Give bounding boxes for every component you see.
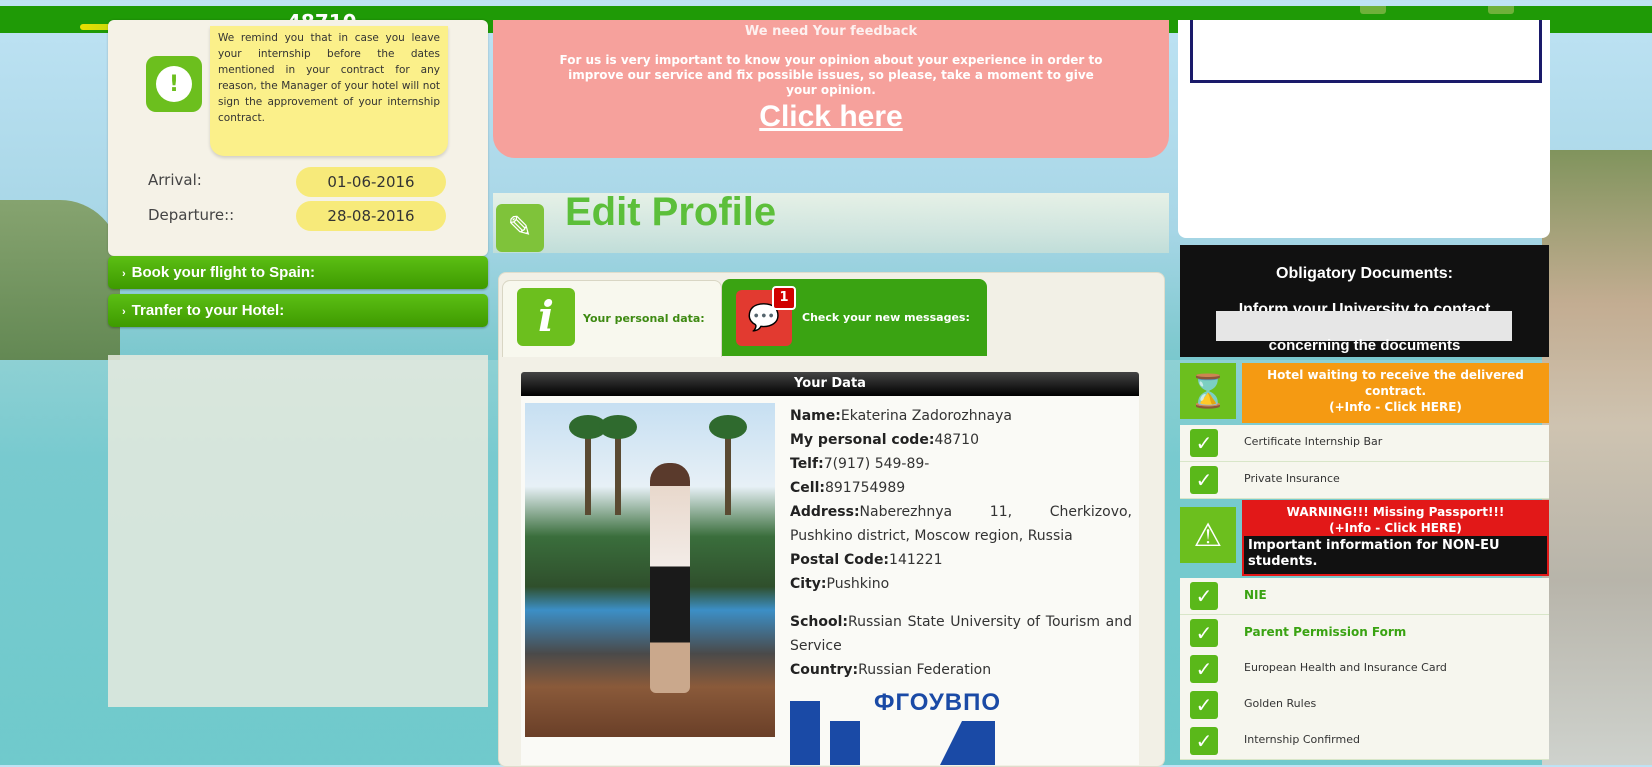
doc-row-golden-rules[interactable]: ✓ Golden Rules [1180,687,1549,724]
tab-messages[interactable]: 💬 1 Check your new messages: [722,279,987,356]
transfer-button[interactable]: › Tranfer to your Hotel: [108,294,488,327]
documents-header: Obligatory Documents: Inform your Univer… [1180,245,1549,357]
doc-row-health-card[interactable]: ✓ European Health and Insurance Card [1180,651,1549,688]
hotel-waiting-text: Hotel waiting to receive the delivered c… [1267,368,1524,398]
address-row: Address:Naberezhnya 11, Cherkizovo, Push… [790,504,1132,544]
your-data-header: Your Data [521,372,1139,396]
doc-insurance-label: Private Insurance [1244,472,1340,485]
checkmark-icon: ✓ [1190,429,1218,457]
book-flight-button[interactable]: › Book your flight to Spain: [108,256,488,289]
doc-row-certificate[interactable]: ✓ Certificate Internship Bar [1180,425,1549,462]
doc-health-card-label: European Health and Insurance Card [1244,661,1447,674]
feedback-text: For us is very important to know your op… [559,53,1103,97]
arrival-label: Arrival: [148,171,202,189]
school-row: School:Russian State University of Touri… [790,614,1132,654]
school-logo-text: ФГОУВПО [874,689,1002,716]
banner-frame [1190,20,1542,83]
messages-count-badge: 1 [772,286,796,310]
telf-row: Telf:7(917) 549-89- [790,456,930,472]
reminder-note: We remind you that in case you leave you… [210,26,448,156]
code-row: My personal code:48710 [790,432,979,448]
menu-tab-icon[interactable] [1488,6,1514,14]
tab-personal-data[interactable]: i Your personal data: [502,280,722,357]
checkmark-icon: ✓ [1190,619,1218,647]
name-row: Name:Ekaterina Zadorozhnaya [790,408,1012,424]
doc-golden-rules-label: Golden Rules [1244,697,1317,710]
hotel-waiting-link[interactable]: (+Info - Click HERE) [1242,399,1549,415]
departure-label: Departure:: [148,206,235,224]
checkmark-icon: ✓ [1190,582,1218,610]
checkmark-icon: ✓ [1190,466,1218,494]
doc-parent-permission-label: Parent Permission Form [1244,625,1407,639]
feedback-banner: We need Your feedback For us is very imp… [493,20,1169,158]
doc-internship-confirmed-label: Internship Confirmed [1244,733,1360,746]
city-row: City:Pushkino [790,576,890,592]
hourglass-icon: ⌛ [1180,363,1236,419]
transfer-label: Tranfer to your Hotel: [131,302,285,319]
personal-info: Name:Ekaterina Zadorozhnaya My personal … [790,404,1132,682]
school-logo: ФГОУВПО [790,685,1005,765]
tab-messages-label: Check your new messages: [802,311,970,324]
doc-row-nie[interactable]: ✓ NIE [1180,578,1549,615]
chevron-right-icon: › [122,268,126,280]
page-title: Edit Profile [565,190,777,234]
warning-icon: ! [146,56,202,112]
checkmark-icon: ✓ [1190,691,1218,719]
checkmark-icon: ✓ [1190,727,1218,755]
doc-certificate-label: Certificate Internship Bar [1244,435,1383,448]
menu-tab-icon[interactable] [1360,6,1386,14]
profile-photo [525,403,775,737]
checkmark-icon: ✓ [1190,655,1218,683]
background-hill [0,200,120,360]
documents-panel: Obligatory Documents: Inform your Univer… [1180,245,1549,765]
passport-warning-title: WARNING!!! Missing Passport!!! [1286,505,1505,519]
feedback-link[interactable]: Click here [493,100,1169,134]
right-top-box [1178,20,1550,238]
arrival-date: 01-06-2016 [296,167,446,197]
chevron-right-icon: › [122,306,126,318]
cell-row: Cell:891754989 [790,480,906,496]
info-icon: i [517,288,575,346]
doc-row-internship-confirmed[interactable]: ✓ Internship Confirmed [1180,723,1549,760]
background-rocks [1542,150,1652,765]
passport-warning-link[interactable]: (+Info - Click HERE) [1242,520,1549,536]
doc-nie-label: NIE [1244,588,1267,602]
warning-icon: ⚠ [1180,507,1236,563]
country-row: Country:Russian Federation [790,662,992,678]
departure-date: 28-08-2016 [296,201,446,231]
left-empty-area [108,355,488,707]
doc-row-insurance[interactable]: ✓ Private Insurance [1180,462,1549,499]
reminder-panel: ! We remind you that in case you leave y… [108,20,488,256]
book-flight-label: Book your flight to Spain: [131,264,315,281]
hotel-waiting-notice[interactable]: Hotel waiting to receive the delivered c… [1242,363,1549,423]
postal-row: Postal Code:141221 [790,552,943,568]
feedback-title: We need Your feedback [744,24,918,39]
documents-subtitle-2: concerning the documents [1268,337,1461,354]
pencil-icon: ✎ [496,204,544,252]
non-eu-info[interactable]: Important information for NON-EU student… [1244,536,1547,574]
doc-row-parent-permission[interactable]: ✓ Parent Permission Form [1180,615,1549,652]
passport-warning[interactable]: WARNING!!! Missing Passport!!! (+Info - … [1242,500,1549,576]
documents-title: Obligatory Documents: [1276,265,1453,282]
tab-personal-data-label: Your personal data: [583,312,705,325]
